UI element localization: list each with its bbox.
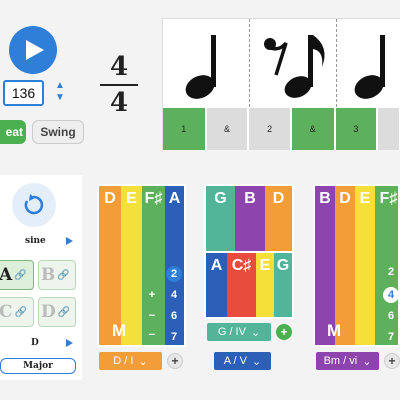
chord-select-value: D / I <box>113 355 134 367</box>
degree-badge: 4 <box>383 287 398 303</box>
play-button[interactable] <box>9 26 57 74</box>
link-icon: 🔗 <box>14 269 27 281</box>
bullet-icon: ' <box>0 236 1 246</box>
time-signature[interactable]: 4 4 <box>98 52 140 118</box>
key-note-label: D <box>41 302 56 322</box>
chord-quality-label: M <box>327 321 342 340</box>
link-icon: 🔗 <box>57 306 71 318</box>
chord-select[interactable]: A / V ⌄ <box>214 352 271 370</box>
degree-badge: 2 <box>166 266 182 282</box>
note-cell[interactable] <box>250 19 337 107</box>
note-label: G <box>276 257 290 274</box>
key-note-label: B <box>41 265 56 285</box>
chevron-down-icon: ⌄ <box>362 355 372 368</box>
eighth-rest-and-note-icon <box>264 35 325 98</box>
degree-label: 6 <box>170 310 178 322</box>
note-stripe: D <box>265 186 292 251</box>
chord-card[interactable]: D E F♯ A 2 4 6 7 + ~ − M <box>97 184 186 347</box>
undo-icon <box>24 194 44 215</box>
add-chord-button[interactable]: + <box>167 353 183 369</box>
chord-card[interactable]: B D E F♯ 2 4 6 7 M <box>313 184 400 347</box>
notes-row <box>163 19 400 107</box>
note-stripe: E <box>256 253 274 317</box>
straight-button[interactable]: eat <box>0 120 26 144</box>
note-label: D <box>272 190 285 207</box>
time-signature-divider <box>100 84 138 86</box>
link-icon: 🔗 <box>57 269 70 281</box>
time-signature-numerator: 4 <box>109 52 129 82</box>
beat-cell[interactable]: 1 <box>163 108 207 150</box>
swing-button[interactable]: Swing <box>32 120 84 144</box>
note-label: E <box>359 190 371 207</box>
chevron-down-icon: ⌄ <box>250 326 261 339</box>
sound-label: sine <box>25 236 46 246</box>
key-button-d[interactable]: D 🔗 <box>38 297 76 327</box>
note-label: G <box>214 190 227 207</box>
note-label: E <box>126 190 137 207</box>
beat-cell[interactable] <box>378 108 400 150</box>
degree-label: 7 <box>170 331 178 343</box>
chord-quality-label: M <box>112 321 127 340</box>
beats-row: 1 & 2 & 3 <box>163 107 400 151</box>
note-cell[interactable] <box>337 19 400 107</box>
chevron-down-icon[interactable]: ▼ <box>53 92 67 104</box>
time-signature-denominator: 4 <box>109 88 129 118</box>
tempo-stepper[interactable]: ▲ ▼ <box>53 80 67 106</box>
chord-card[interactable]: G B D A C♯ E G <box>204 184 294 319</box>
sound-next-icon[interactable] <box>66 237 73 245</box>
add-chord-button[interactable]: + <box>276 324 292 340</box>
key-button-a[interactable]: A 🔗 <box>0 260 34 290</box>
key-button-b[interactable]: B 🔗 <box>38 260 76 290</box>
note-cell[interactable] <box>163 19 250 107</box>
chord-select-value: Bm / vi <box>323 355 358 367</box>
link-icon: 🔗 <box>14 306 27 318</box>
chord-select-value: G / IV <box>217 326 246 338</box>
play-icon <box>26 40 44 60</box>
degree-label: 2 <box>387 266 395 278</box>
quarter-note-icon <box>354 35 385 99</box>
degree-label: 7 <box>387 331 395 343</box>
bullet-icon: ' <box>0 338 1 348</box>
key-note-label: A <box>0 265 13 285</box>
beat-cell[interactable]: 2 <box>249 108 292 150</box>
tempo-input[interactable]: 136 <box>3 80 44 106</box>
degree-label: 6 <box>387 310 395 322</box>
scale-button[interactable]: Major <box>0 358 76 374</box>
beat-cell[interactable]: & <box>291 108 336 150</box>
chord-select[interactable]: G / IV ⌄ <box>207 323 271 341</box>
note-stripe: G <box>274 253 292 317</box>
note-stripe: A <box>206 253 227 317</box>
note-label: C♯ <box>231 257 252 274</box>
reset-button[interactable] <box>12 183 56 227</box>
note-stripe: G <box>206 186 235 251</box>
chord-select[interactable]: Bm / vi ⌄ <box>316 352 379 370</box>
rhythm-grid: 1 & 2 & 3 <box>162 18 400 150</box>
note-stripe: C♯ <box>227 253 256 317</box>
beat-cell[interactable]: 3 <box>335 108 379 150</box>
key-button-c[interactable]: C 🔗 <box>0 297 34 327</box>
note-stripe: B <box>235 186 265 251</box>
root-next-icon[interactable] <box>66 339 73 347</box>
mark-label: − <box>148 329 156 341</box>
mark-label: + <box>148 289 156 301</box>
chevron-up-icon[interactable]: ▲ <box>53 80 67 92</box>
note-stripe: E <box>355 186 375 345</box>
quarter-note-icon <box>185 35 216 99</box>
key-note-label: C <box>0 302 13 322</box>
chord-select[interactable]: D / I ⌄ <box>99 352 162 370</box>
chevron-down-icon: ⌄ <box>252 355 262 368</box>
mark-label: ~ <box>148 310 156 322</box>
note-label: A <box>210 257 223 274</box>
beat-cell[interactable]: & <box>206 108 250 150</box>
degree-label: 4 <box>170 289 178 301</box>
chevron-down-icon: ⌄ <box>138 355 148 368</box>
note-label: B <box>244 190 256 207</box>
chord-select-value: A / V <box>223 355 248 367</box>
root-label: D <box>31 338 39 348</box>
add-chord-button[interactable]: + <box>384 353 400 369</box>
note-label: E <box>259 257 271 274</box>
